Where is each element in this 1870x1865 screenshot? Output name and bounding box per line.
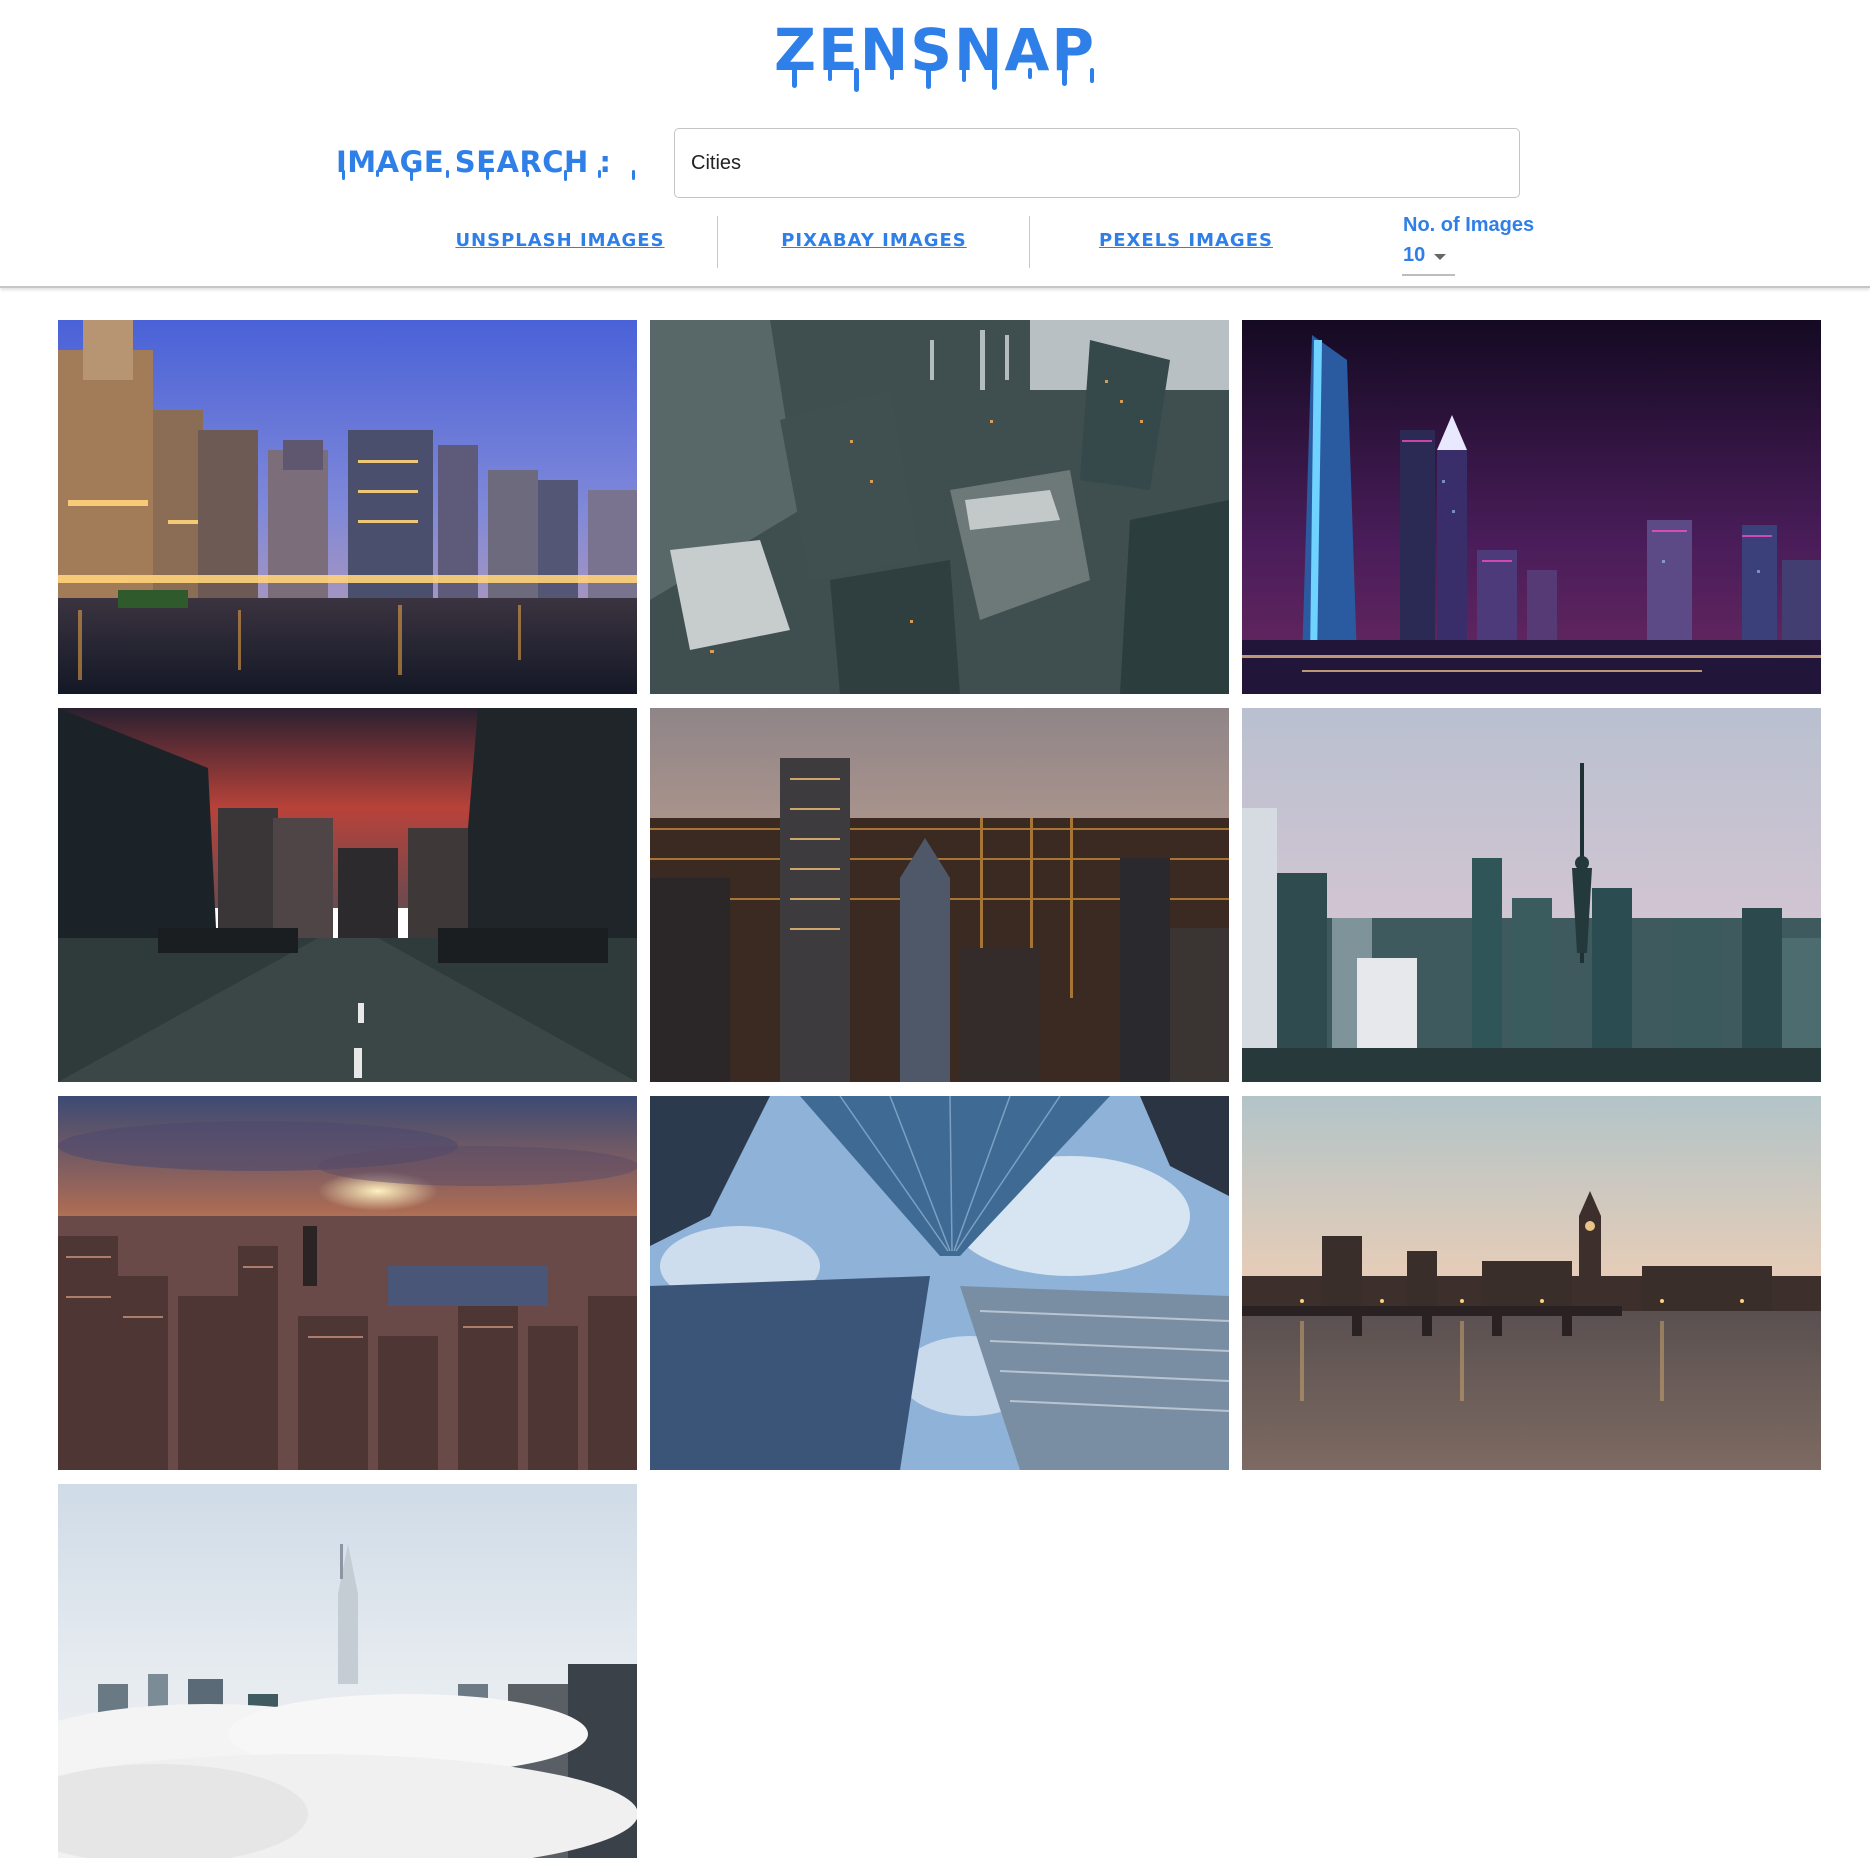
gallery-image[interactable] <box>1242 1096 1821 1470</box>
gallery-image[interactable] <box>58 708 637 1082</box>
gallery-image[interactable] <box>58 320 637 694</box>
image-count-label: No. of Images <box>1403 214 1535 236</box>
page: ZENSNAP IMAGE SEARCH : Cities UNSPLASH I… <box>0 0 1870 1865</box>
divider <box>717 216 718 268</box>
caret-down-icon <box>1434 254 1446 260</box>
search-input[interactable] <box>674 128 1520 198</box>
gallery-image[interactable] <box>1242 320 1821 694</box>
image-count-value: 10 <box>1403 244 1426 266</box>
gallery-image[interactable] <box>650 708 1229 1082</box>
gallery-image[interactable] <box>58 1484 637 1858</box>
logo[interactable]: ZENSNAP <box>730 18 1140 100</box>
header: ZENSNAP IMAGE SEARCH : Cities UNSPLASH I… <box>0 0 1870 288</box>
unsplash-images-link[interactable]: UNSPLASH IMAGES <box>440 230 680 260</box>
pixabay-images-link[interactable]: PIXABAY IMAGES <box>754 230 994 260</box>
search-label: IMAGE SEARCH : <box>336 142 666 186</box>
gallery-image[interactable] <box>650 1096 1229 1470</box>
gallery-image[interactable] <box>58 1096 637 1470</box>
gallery-image[interactable] <box>1242 708 1821 1082</box>
divider <box>1029 216 1030 268</box>
gallery-image[interactable] <box>650 320 1229 694</box>
image-count-select[interactable]: 10 <box>1402 240 1455 276</box>
pexels-images-link[interactable]: PEXELS IMAGES <box>1066 230 1306 260</box>
logo-text: ZENSNAP <box>774 18 1096 84</box>
